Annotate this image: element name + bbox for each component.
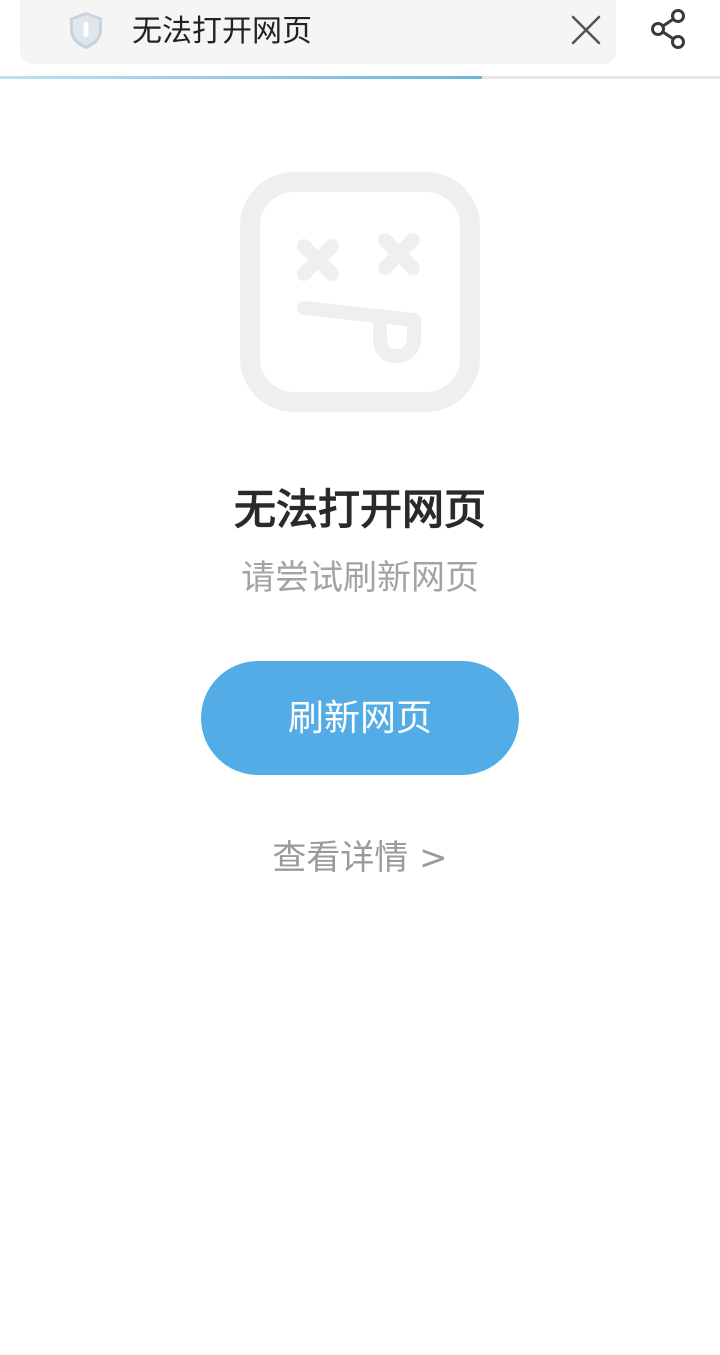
close-icon[interactable] — [566, 10, 606, 50]
broken-page-face-icon — [240, 172, 480, 412]
refresh-page-button[interactable]: 刷新网页 — [201, 661, 519, 775]
page-load-progress — [0, 76, 720, 79]
view-details-link[interactable]: 查看详情 > — [0, 832, 720, 884]
error-subtitle: 请尝试刷新网页 — [241, 558, 479, 598]
share-icon[interactable] — [645, 6, 691, 52]
error-title: 无法打开网页 — [233, 485, 486, 534]
address-bar[interactable]: 无法打开网页 — [20, 0, 616, 64]
page-load-progress-fill — [0, 76, 483, 79]
top-bar: 无法打开网页 — [0, 0, 720, 80]
page-title-in-address-bar: 无法打开网页 — [132, 14, 312, 49]
shield-icon[interactable] — [66, 10, 106, 50]
